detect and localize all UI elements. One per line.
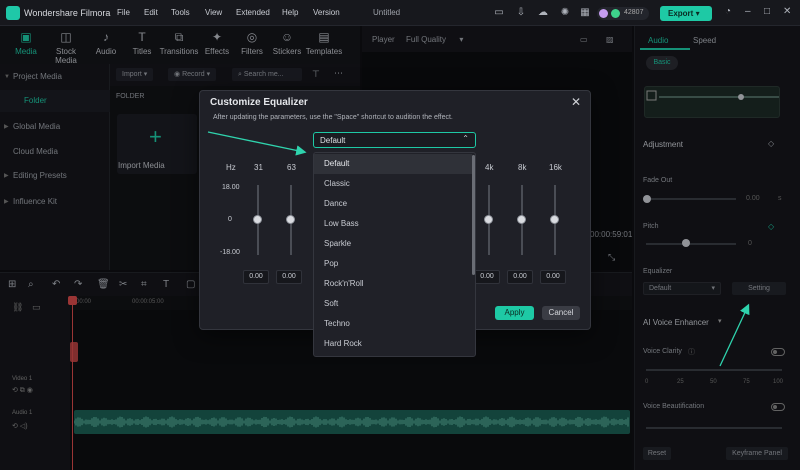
arrow-to-preset-select: [207, 131, 307, 156]
annotation-arrows: [207, 131, 750, 367]
arrow-to-setting-button: [719, 303, 750, 367]
